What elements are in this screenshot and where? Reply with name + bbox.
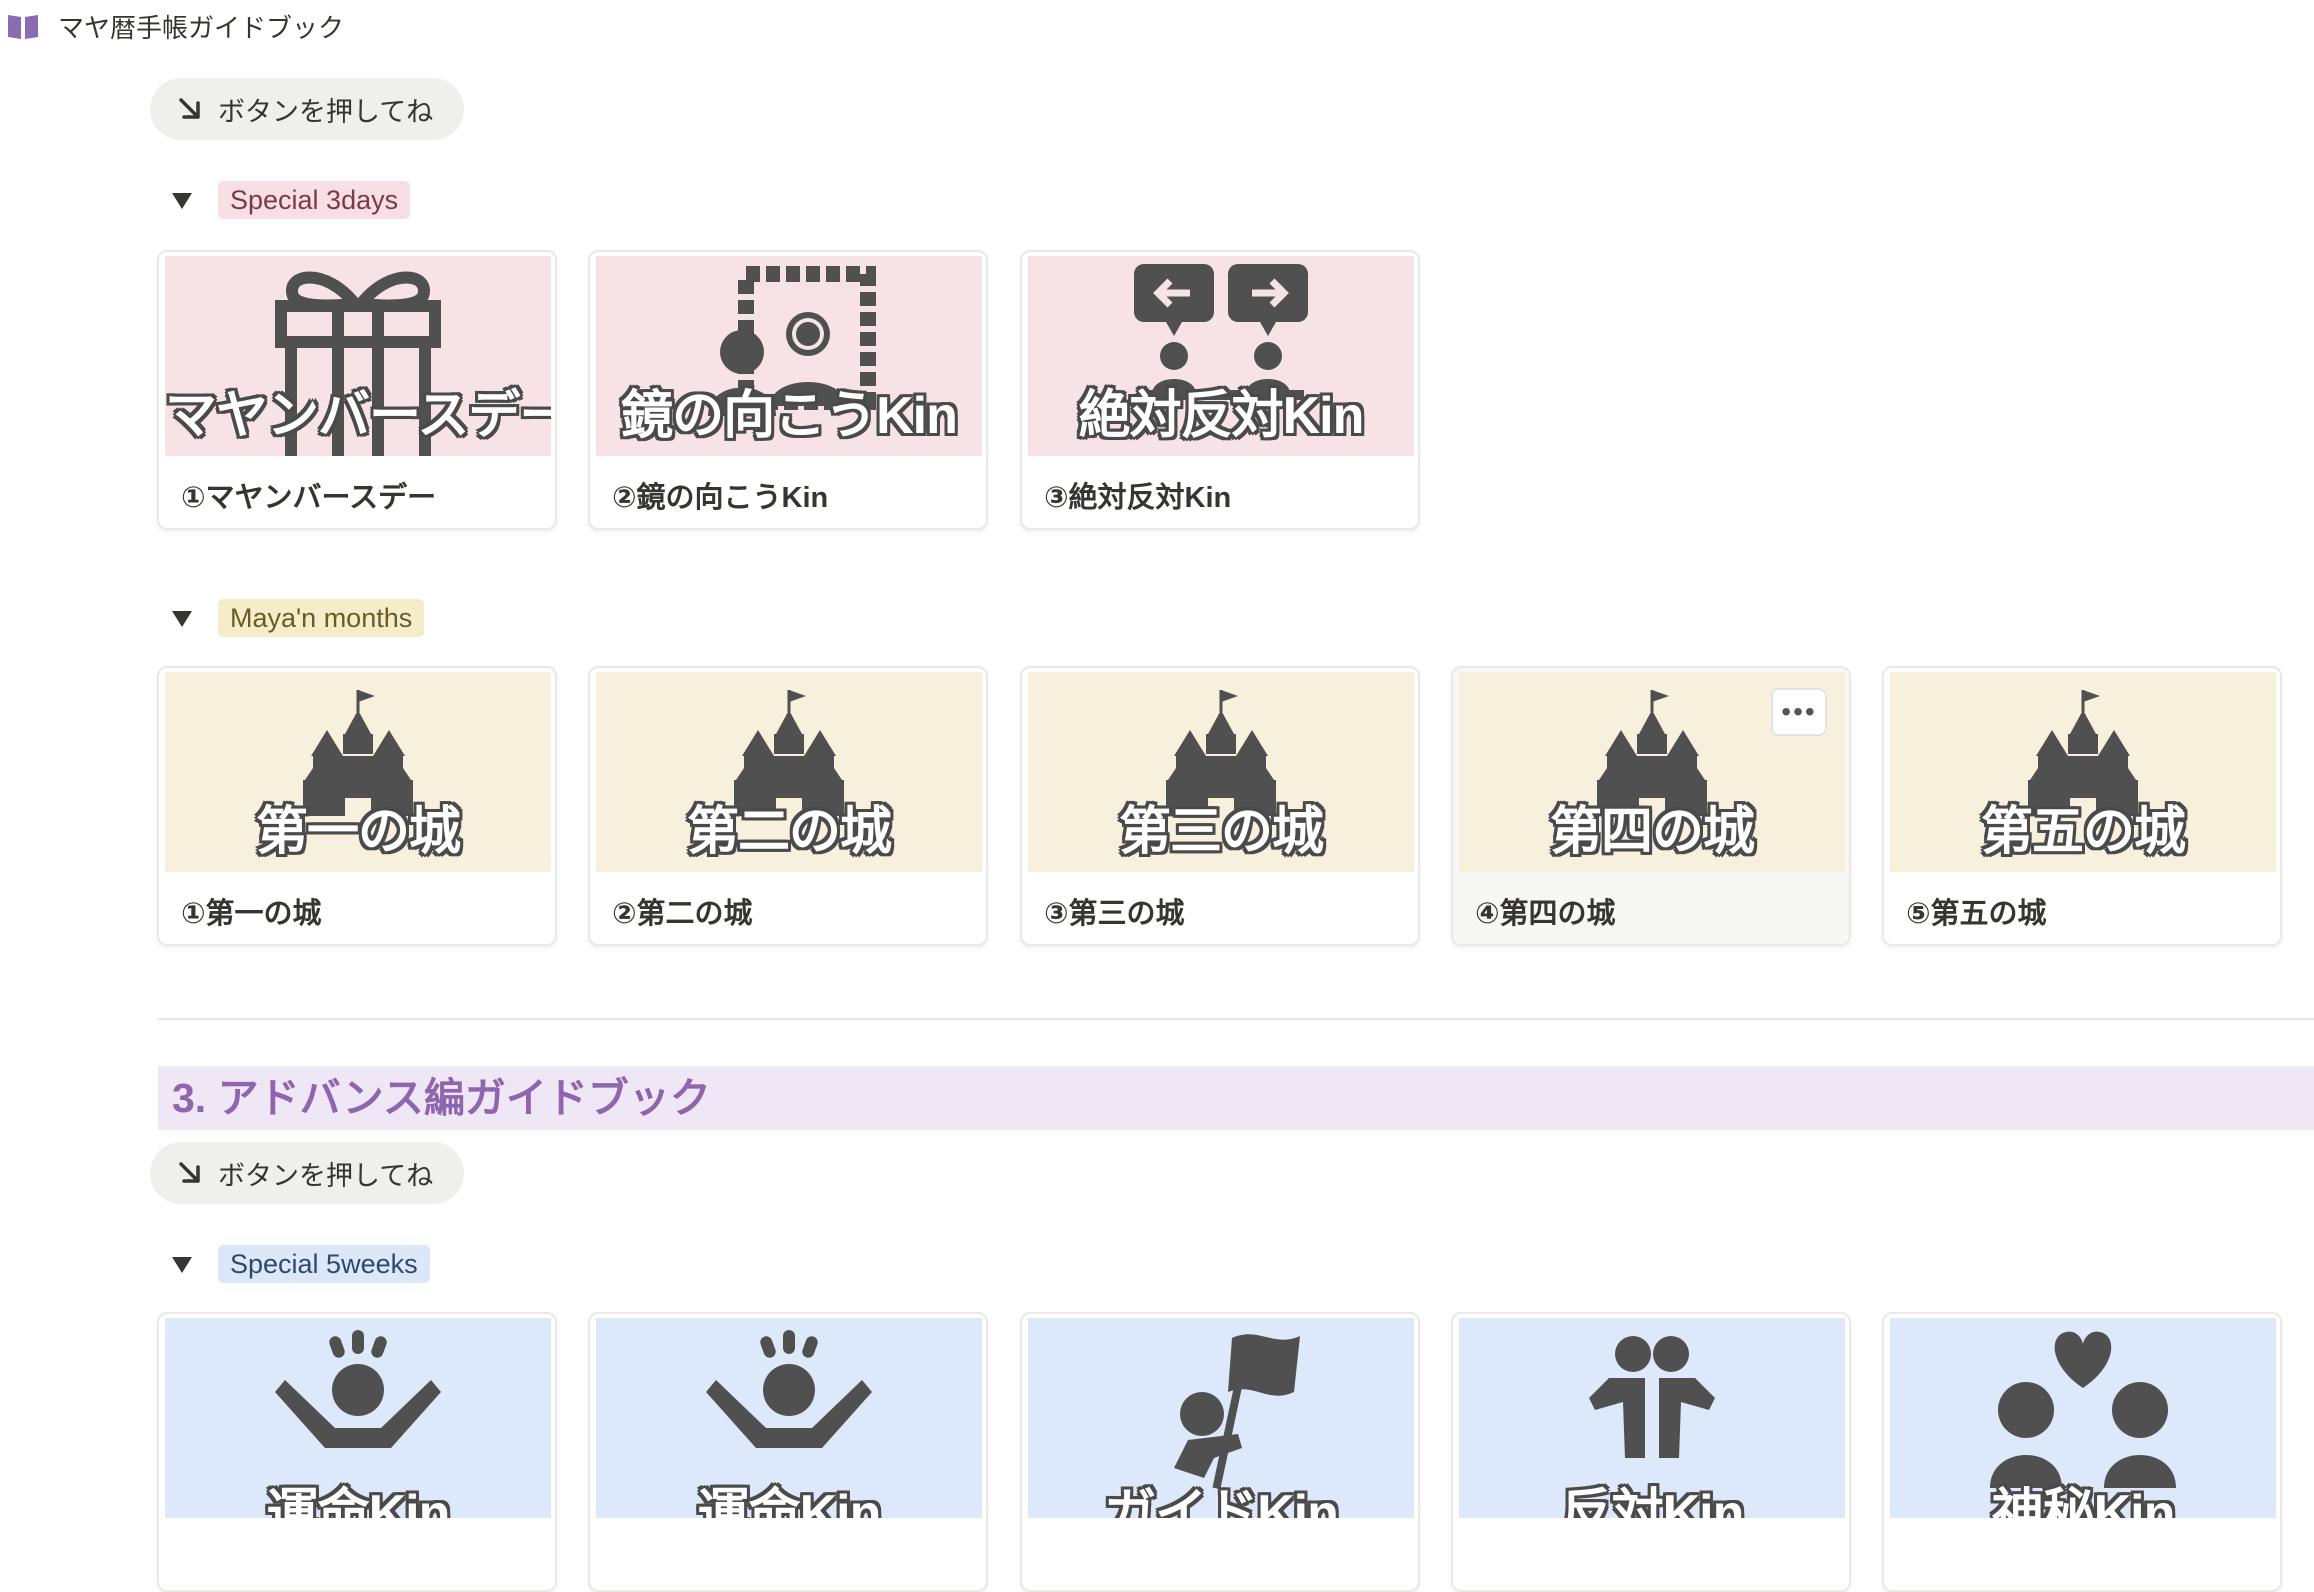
- card-cover: 神秘Kin: [1890, 1318, 2276, 1518]
- card-title: ④第四の城: [1475, 898, 1616, 930]
- cover-text: マヤンバースデー: [165, 387, 551, 445]
- divider: [158, 1018, 2314, 1020]
- cover-text: 第四の城: [1549, 803, 1755, 861]
- more-options-button[interactable]: •••: [1771, 688, 1827, 736]
- group-tag: Special 3days: [218, 181, 411, 219]
- toggle-triangle-icon[interactable]: [172, 193, 192, 209]
- button-label: ボタンを押してね: [218, 96, 434, 127]
- card-destiny-kin-2[interactable]: 運命Kin: [588, 1312, 988, 1592]
- page-title: マヤ暦手帳ガイドブック: [58, 12, 345, 43]
- card-cover: 運命Kin: [165, 1318, 551, 1518]
- card-castle-1[interactable]: 第一の城 ①第一の城: [157, 666, 557, 946]
- card-destiny-kin-1[interactable]: 運命Kin: [157, 1312, 557, 1592]
- card-cover: 鏡の向こうKin: [596, 256, 982, 456]
- toggle-triangle-icon[interactable]: [172, 1257, 192, 1273]
- cover-text: 運命Kin: [266, 1485, 451, 1518]
- group-tag: Maya'n months: [218, 599, 425, 637]
- cover-text: 第五の城: [1980, 803, 2186, 861]
- arrow-down-right-icon: [179, 1162, 200, 1183]
- card-guide-kin[interactable]: ガイドKin: [1020, 1312, 1420, 1592]
- card-cover: 反対Kin: [1459, 1318, 1845, 1518]
- card-castle-3[interactable]: 第三の城 ③第三の城: [1020, 666, 1420, 946]
- group-mayan-months: Maya'n months: [172, 598, 425, 638]
- press-button[interactable]: ボタンを押してね: [150, 78, 464, 140]
- arrow-down-right-icon: [179, 98, 200, 119]
- button-label: ボタンを押してね: [218, 1160, 434, 1191]
- card-mirror-kin[interactable]: 鏡の向こうKin ②鏡の向こうKin: [588, 250, 988, 530]
- card-castle-2[interactable]: 第二の城 ②第二の城: [588, 666, 988, 946]
- cover-text: 絶対反対Kin: [1078, 387, 1365, 445]
- card-title: ①マヤンバースデー: [181, 482, 437, 514]
- card-opposite-kin-2[interactable]: 反対Kin: [1451, 1312, 1851, 1592]
- card-title: ②第二の城: [612, 898, 753, 930]
- cover-text: 第一の城: [255, 803, 461, 861]
- open-book-icon: [8, 15, 38, 39]
- card-cover: 運命Kin: [596, 1318, 982, 1518]
- press-button-2[interactable]: ボタンを押してね: [150, 1142, 464, 1204]
- cover-text: 第三の城: [1118, 803, 1324, 861]
- card-castle-5[interactable]: 第五の城 ⑤第五の城: [1882, 666, 2282, 946]
- card-title: ③絶対反対Kin: [1044, 482, 1232, 514]
- card-cover: ガイドKin: [1028, 1318, 1414, 1518]
- card-title: ②鏡の向こうKin: [612, 482, 829, 514]
- card-cover: 第二の城: [596, 672, 982, 872]
- toggle-triangle-icon[interactable]: [172, 611, 192, 627]
- card-mystery-kin[interactable]: 神秘Kin: [1882, 1312, 2282, 1592]
- card-cover: 絶対反対Kin: [1028, 256, 1414, 456]
- cover-text: 運命Kin: [697, 1485, 882, 1518]
- breadcrumb[interactable]: マヤ暦手帳ガイドブック: [6, 6, 344, 46]
- cover-text: 第二の城: [686, 803, 892, 861]
- group-special-5weeks: Special 5weeks: [172, 1244, 430, 1284]
- cover-text: ガイドKin: [1104, 1485, 1339, 1518]
- cover-text: 鏡の向こうKin: [621, 387, 958, 445]
- section-heading: 3. アドバンス編ガイドブック: [158, 1066, 2314, 1130]
- group-tag: Special 5weeks: [218, 1245, 430, 1283]
- card-opposite-kin[interactable]: 絶対反対Kin ③絶対反対Kin: [1020, 250, 1420, 530]
- card-mayan-birthday[interactable]: マヤンバースデー ①マヤンバースデー: [157, 250, 557, 530]
- card-title: ③第三の城: [1044, 898, 1185, 930]
- card-castle-4[interactable]: 第四の城 ••• ④第四の城: [1451, 666, 1851, 946]
- group-special-3days: Special 3days: [172, 180, 411, 220]
- cover-text: 反対Kin: [1560, 1485, 1745, 1518]
- cover-text: 神秘Kin: [1991, 1485, 2176, 1518]
- card-cover: 第五の城: [1890, 672, 2276, 872]
- card-cover: マヤンバースデー: [165, 256, 551, 456]
- card-cover: 第四の城 •••: [1459, 672, 1845, 872]
- card-cover: 第一の城: [165, 672, 551, 872]
- card-title: ⑤第五の城: [1906, 898, 2047, 930]
- card-cover: 第三の城: [1028, 672, 1414, 872]
- card-title: ①第一の城: [181, 898, 322, 930]
